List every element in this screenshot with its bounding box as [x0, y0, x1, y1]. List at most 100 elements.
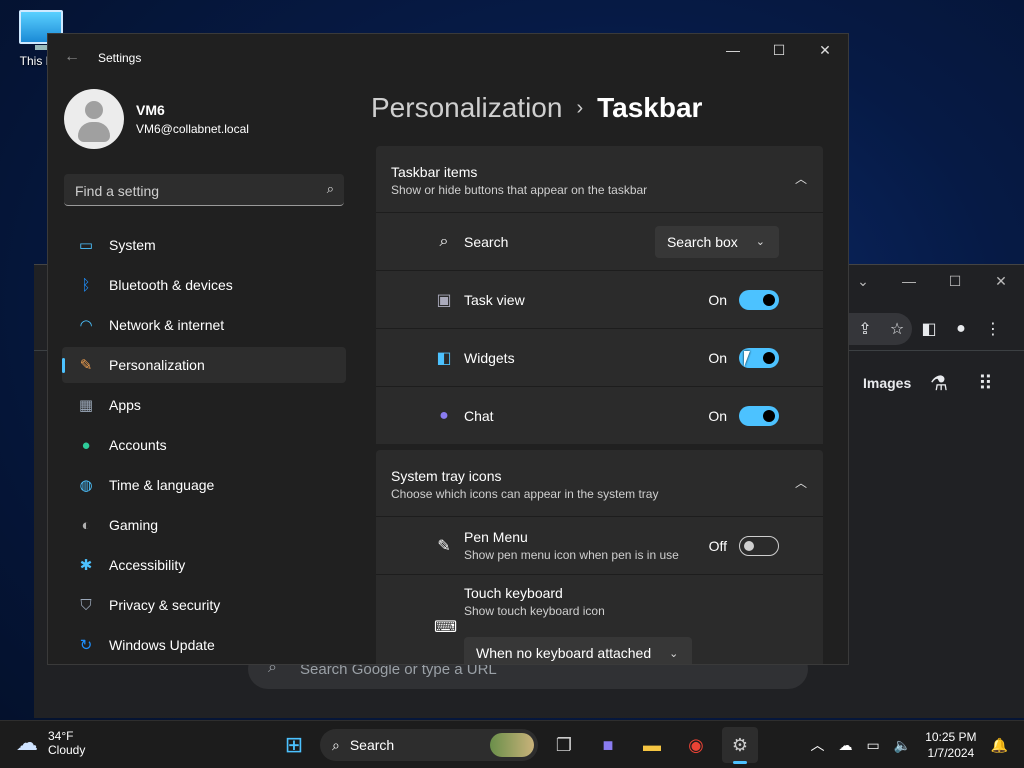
find-setting-placeholder: Find a setting — [75, 183, 160, 199]
user-name: VM6 — [136, 102, 165, 118]
bookmark-star-icon[interactable]: ☆ — [888, 319, 906, 339]
touch-keyboard-dropdown[interactable]: When no keyboard attached ⌄ — [464, 637, 693, 664]
sidebar-item-personalization[interactable]: ✎ Personalization — [62, 347, 346, 383]
chrome-icon[interactable]: ◉ — [678, 727, 714, 763]
search-icon: ⌕ — [332, 736, 340, 753]
chat-icon[interactable]: ■ — [590, 727, 626, 763]
sidebar-item-accounts[interactable]: ● Accounts — [62, 427, 346, 463]
update-icon: ↻ — [79, 637, 93, 654]
sidebar-item-label: Accounts — [109, 437, 167, 453]
minimize-button[interactable]: — — [710, 34, 756, 66]
sidebar-item-privacy-security[interactable]: ⛉ Privacy & security — [62, 587, 346, 623]
find-setting-input[interactable]: Find a setting ⌕ — [64, 174, 344, 206]
apps-icon: ▦ — [78, 397, 94, 414]
widgets-row: ◧ Widgets On — [376, 328, 823, 386]
side-panel-icon[interactable]: ◧ — [920, 319, 938, 339]
wifi-icon: ◠ — [79, 317, 93, 334]
start-button[interactable]: ⊞ — [276, 727, 312, 763]
brush-icon: ✎ — [79, 357, 93, 374]
system-tray-section: System tray icons Choose which icons can… — [376, 450, 823, 664]
chat-toggle[interactable] — [739, 405, 779, 426]
close-button[interactable]: ✕ — [978, 265, 1024, 297]
clock[interactable]: 10:25 PM 1/7/2024 — [925, 729, 976, 761]
accounts-icon: ● — [81, 436, 91, 454]
breadcrumb-parent[interactable]: Personalization — [371, 92, 562, 124]
pen-menu-desc: Show pen menu icon when pen is in use — [464, 548, 679, 562]
window-title: Settings — [98, 51, 142, 65]
chevron-down-icon: ⌄ — [755, 236, 765, 248]
back-arrow-icon[interactable]: ← — [64, 48, 80, 66]
maximize-button[interactable]: ☐ — [756, 34, 802, 66]
pen-menu-toggle[interactable] — [739, 535, 779, 556]
taskbar-search-label: Search — [349, 737, 395, 753]
chevron-right-icon: › — [576, 96, 584, 119]
mouse-cursor — [744, 351, 750, 367]
sidebar-item-accessibility[interactable]: ✱ Accessibility — [62, 547, 346, 583]
user-profile[interactable]: VM6 VM6@collabnet.local — [64, 89, 249, 149]
sidebar-item-system[interactable]: ▭ System — [62, 227, 346, 263]
dropdown-value: Search box — [666, 233, 738, 250]
taskbar-search[interactable]: ⌕ Search — [320, 729, 538, 761]
pen-icon: ✎ — [437, 537, 451, 555]
labs-flask-icon[interactable]: ⚗ — [930, 371, 948, 396]
taskbar-apps: ⊞ ⌕ Search ❐ ■ ▬ ◉ ⚙ — [276, 727, 758, 764]
chevron-up-icon[interactable]: ︿ — [795, 170, 807, 187]
globe-clock-icon: ◍ — [79, 477, 93, 494]
network-icon[interactable]: ▭ — [867, 737, 880, 754]
row-label: Task view — [464, 291, 525, 308]
dropdown-value: When no keyboard attached — [476, 645, 652, 661]
sidebar-item-time-language[interactable]: ◍ Time & language — [62, 467, 346, 503]
sidebar-item-label: Windows Update — [109, 637, 215, 653]
sidebar-item-network-internet[interactable]: ◠ Network & internet — [62, 307, 346, 343]
sidebar-item-windows-update[interactable]: ↻ Windows Update — [62, 627, 346, 663]
toggle-state-label: On — [708, 407, 727, 424]
sidebar-item-apps[interactable]: ▦ Apps — [62, 387, 346, 423]
sidebar-item-label: Privacy & security — [109, 597, 221, 613]
pen-menu-row: ✎ Pen Menu Show pen menu icon when pen i… — [376, 516, 823, 574]
minimize-button[interactable]: — — [886, 265, 932, 297]
bluetooth-icon: ᛒ — [81, 276, 91, 294]
sidebar-item-label: Accessibility — [109, 557, 186, 573]
taskbar-items-header[interactable]: Taskbar items Show or hide buttons that … — [376, 146, 823, 212]
toggle-state-label: On — [708, 349, 727, 366]
notification-bell-icon[interactable]: 🔔 — [991, 737, 1008, 754]
page-title: Taskbar — [597, 92, 703, 123]
weather-widget[interactable]: ☁ 34°F Cloudy — [16, 729, 85, 757]
images-link[interactable]: Images — [863, 375, 911, 391]
task-view-toggle[interactable] — [739, 289, 779, 310]
settings-gear-icon[interactable]: ⚙ — [722, 727, 758, 764]
share-icon[interactable]: ⇪ — [856, 319, 874, 339]
row-label: Touch keyboard Show touch keyboard icon — [464, 585, 605, 618]
sidebar-item-label: Gaming — [109, 517, 159, 533]
row-label: Search — [464, 233, 509, 250]
more-menu-icon[interactable]: ⋮ — [984, 319, 1002, 339]
clock-date: 1/7/2024 — [927, 746, 975, 760]
sidebar-item-bluetooth-devices[interactable]: ᛒ Bluetooth & devices — [62, 267, 346, 303]
close-button[interactable]: ✕ — [802, 34, 848, 66]
file-explorer-icon[interactable]: ▬ — [634, 727, 670, 763]
system-icon: ▭ — [78, 237, 94, 254]
browser-window-controls: ⌄ — ☐ ✕ — [840, 265, 1024, 297]
user-email: VM6@collabnet.local — [136, 122, 249, 136]
system-tray-header[interactable]: System tray icons Choose which icons can… — [376, 450, 823, 516]
shield-icon: ⛉ — [80, 596, 92, 614]
section-subtitle: Show or hide buttons that appear on the … — [391, 183, 648, 197]
section-title: System tray icons — [391, 468, 502, 484]
task-view-icon[interactable]: ❐ — [546, 727, 582, 763]
profile-icon[interactable]: ● — [952, 320, 970, 338]
search-mode-dropdown[interactable]: Search box ⌄ — [654, 225, 779, 258]
cloud-sync-icon[interactable]: ☁ — [839, 737, 853, 754]
section-subtitle: Choose which icons can appear in the sys… — [391, 487, 659, 501]
chat-icon: ● — [439, 406, 449, 424]
volume-muted-icon[interactable]: 🔈 — [894, 737, 911, 754]
sidebar-item-label: Bluetooth & devices — [109, 277, 233, 293]
sidebar-item-gaming[interactable]: ◐ Gaming — [62, 507, 346, 543]
show-hidden-icons-chevron-icon[interactable]: ︿ — [811, 735, 825, 755]
google-apps-icon[interactable]: ⠿ — [978, 371, 993, 396]
toggle-state-label: Off — [708, 537, 727, 554]
avatar-head — [85, 101, 103, 119]
maximize-button[interactable]: ☐ — [932, 265, 978, 297]
sidebar-item-label: Personalization — [109, 357, 205, 373]
settings-content: Taskbar items Show or hide buttons that … — [376, 146, 823, 664]
chevron-up-icon[interactable]: ︿ — [795, 474, 807, 491]
